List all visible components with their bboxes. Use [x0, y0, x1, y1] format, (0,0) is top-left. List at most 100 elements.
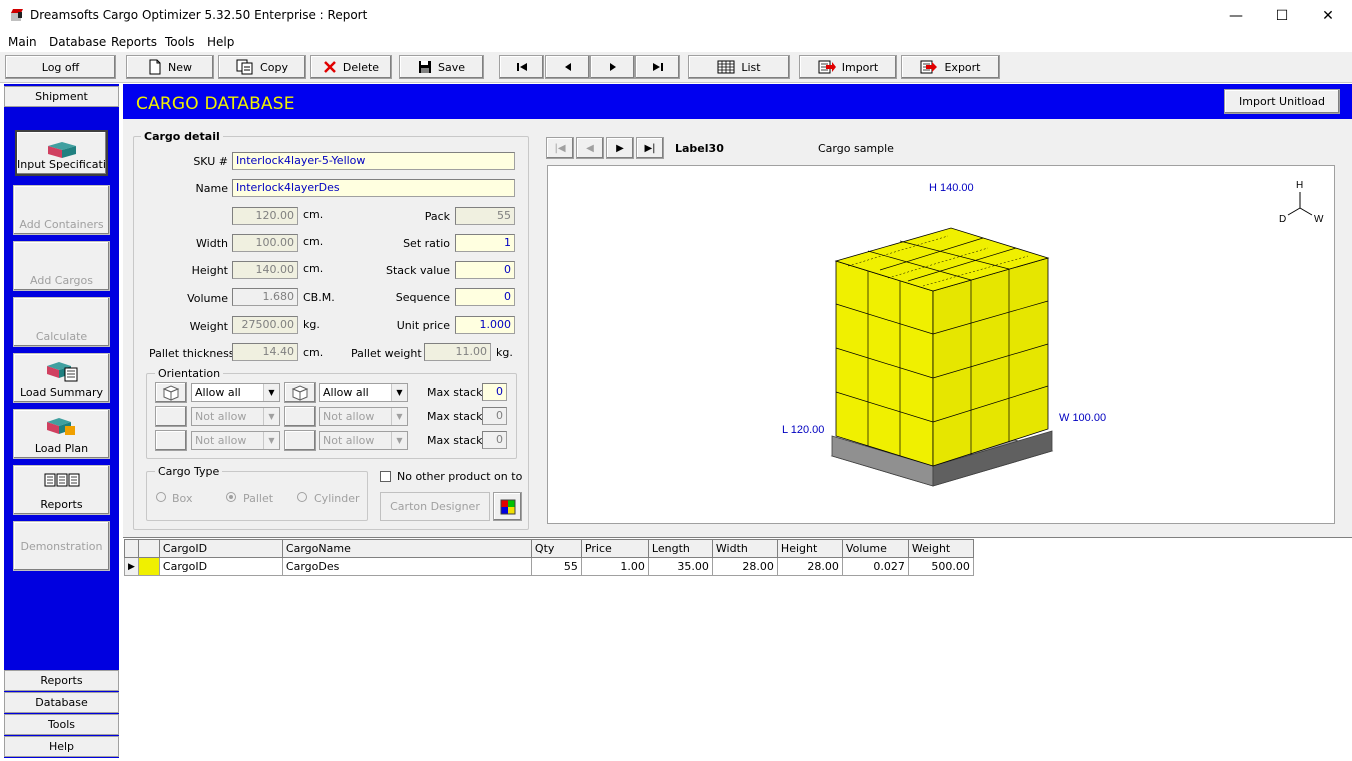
cargo-color-cell[interactable] — [137, 557, 160, 576]
import-button[interactable]: Import — [799, 55, 897, 79]
table-cell[interactable]: 35.00 — [647, 557, 713, 576]
table-cell[interactable]: 28.00 — [776, 557, 843, 576]
column-header[interactable]: Weight — [907, 539, 974, 558]
width-field[interactable]: 100.00 — [232, 234, 298, 252]
pallet-weight-unit: kg. — [496, 346, 513, 359]
orientation-1-left-select[interactable]: Allow all ▼ — [191, 383, 280, 402]
table-cell[interactable]: 55 — [530, 557, 582, 576]
menu-reports[interactable]: Reports — [111, 33, 157, 49]
table-cell[interactable]: 0.027 — [841, 557, 909, 576]
close-button[interactable]: ✕ — [1305, 0, 1351, 31]
list-button[interactable]: List — [688, 55, 790, 79]
max-stack-2-field[interactable]: 0 — [482, 407, 507, 425]
sidebar-add-cargos[interactable]: Add Cargos — [13, 241, 110, 291]
sidebar-shipment-header[interactable]: Shipment — [4, 86, 119, 107]
import-unitload-button[interactable]: Import Unitload — [1224, 89, 1340, 114]
orientation-1-right-button[interactable] — [284, 382, 316, 403]
height-label: Height — [191, 264, 228, 277]
orientation-2-right-select[interactable]: Not allow ▼ — [319, 407, 408, 426]
menu-main[interactable]: Main — [8, 33, 37, 49]
color-picker-button[interactable] — [493, 492, 522, 521]
sidebar-load-plan[interactable]: Load Plan — [13, 409, 110, 459]
carton-designer-button[interactable]: Carton Designer — [380, 492, 490, 521]
orientation-3-right-select[interactable]: Not allow ▼ — [319, 431, 408, 450]
column-header[interactable]: Qty — [530, 539, 582, 558]
menu-database[interactable]: Database — [49, 33, 106, 49]
orientation-2-left-button[interactable] — [155, 406, 187, 427]
minimize-button[interactable]: — — [1213, 0, 1259, 31]
last-record-button[interactable] — [635, 55, 680, 79]
preview-previous-button[interactable]: ◀ — [576, 137, 604, 159]
orientation-3-left-select[interactable]: Not allow ▼ — [191, 431, 280, 450]
first-record-button[interactable] — [499, 55, 544, 79]
row-selector-icon[interactable]: ▶ — [124, 557, 139, 576]
max-stack-3-field[interactable]: 0 — [482, 431, 507, 449]
sidebar-bottom-database[interactable]: Database — [4, 692, 119, 713]
maximize-button[interactable]: ☐ — [1259, 0, 1305, 31]
new-button[interactable]: New — [126, 55, 214, 79]
save-button[interactable]: Save — [399, 55, 484, 79]
sidebar-calculate[interactable]: Calculate — [13, 297, 110, 347]
previous-record-button[interactable] — [545, 55, 590, 79]
table-cell[interactable]: CargoDes — [281, 557, 532, 576]
sequence-field[interactable]: 0 — [455, 288, 515, 306]
height-field[interactable]: 140.00 — [232, 261, 298, 279]
unit-price-field[interactable]: 1.000 — [455, 316, 515, 334]
export-button[interactable]: Export — [901, 55, 1000, 79]
no-other-product-checkbox[interactable] — [380, 471, 391, 482]
next-record-button[interactable] — [590, 55, 635, 79]
pallet-thickness-field[interactable]: 14.40 — [232, 343, 298, 361]
table-cell[interactable]: 1.00 — [580, 557, 649, 576]
weight-field[interactable]: 27500.00 — [232, 316, 298, 334]
sidebar-input-specification[interactable]: Input Specification — [15, 130, 108, 176]
window-title: Dreamsofts Cargo Optimizer 5.32.50 Enter… — [30, 8, 368, 22]
preview-first-button[interactable]: |◀ — [546, 137, 574, 159]
table-cell[interactable]: 28.00 — [711, 557, 778, 576]
orientation-1-right-select[interactable]: Allow all ▼ — [319, 383, 408, 402]
menu-help[interactable]: Help — [207, 33, 234, 49]
sidebar-bottom-tools[interactable]: Tools — [4, 714, 119, 735]
pack-field[interactable]: 55 — [455, 207, 515, 225]
orientation-3-right-button[interactable] — [284, 430, 316, 451]
orientation-2-left-select[interactable]: Not allow ▼ — [191, 407, 280, 426]
menu-tools[interactable]: Tools — [165, 33, 195, 49]
stack-value-field[interactable]: 0 — [455, 261, 515, 279]
sidebar-reports[interactable]: Reports — [13, 465, 110, 515]
sidebar-item-label: Reports — [40, 498, 83, 511]
length-field[interactable]: 120.00 — [232, 207, 298, 225]
column-header[interactable]: Price — [580, 539, 649, 558]
delete-button[interactable]: Delete — [310, 55, 392, 79]
table-cell[interactable]: CargoID — [158, 557, 283, 576]
length-dimension: L 120.00 — [782, 424, 824, 436]
copy-icon — [236, 59, 253, 75]
orientation-2-right-button[interactable] — [284, 406, 316, 427]
copy-button[interactable]: Copy — [218, 55, 306, 79]
column-header[interactable]: Width — [711, 539, 778, 558]
column-header[interactable]: CargoID — [158, 539, 283, 558]
orientation-3-left-button[interactable] — [155, 430, 187, 451]
sidebar-bottom-help[interactable]: Help — [4, 736, 119, 757]
sidebar-load-summary[interactable]: Load Summary — [13, 353, 110, 403]
cargo-type-box-radio[interactable] — [156, 492, 166, 502]
column-header[interactable]: Length — [647, 539, 713, 558]
column-header[interactable]: Volume — [841, 539, 909, 558]
set-ratio-field[interactable]: 1 — [455, 234, 515, 252]
column-header[interactable]: CargoName — [281, 539, 532, 558]
sidebar-demonstration[interactable]: Demonstration — [13, 521, 110, 571]
pallet-weight-field[interactable]: 11.00 — [424, 343, 491, 361]
logoff-button[interactable]: Log off — [5, 55, 116, 79]
next-icon: ▶ — [616, 142, 624, 154]
max-stack-1-field[interactable]: 0 — [482, 383, 507, 401]
preview-last-button[interactable]: ▶| — [636, 137, 664, 159]
sidebar-bottom-reports[interactable]: Reports — [4, 670, 119, 691]
table-cell[interactable]: 500.00 — [907, 557, 974, 576]
preview-next-button[interactable]: ▶ — [606, 137, 634, 159]
sidebar-add-containers[interactable]: Add Containers — [13, 185, 110, 235]
cargo-type-cylinder-radio[interactable] — [297, 492, 307, 502]
column-header[interactable]: Height — [776, 539, 843, 558]
orientation-1-left-button[interactable] — [155, 382, 187, 403]
name-field[interactable]: Interlock4layerDes — [232, 179, 515, 197]
cargo-type-pallet-radio[interactable] — [226, 492, 236, 502]
sku-field[interactable]: Interlock4layer-5-Yellow — [232, 152, 515, 170]
table-row[interactable]: ▶ CargoID CargoDes 55 1.00 35.00 28.00 2… — [124, 557, 974, 576]
